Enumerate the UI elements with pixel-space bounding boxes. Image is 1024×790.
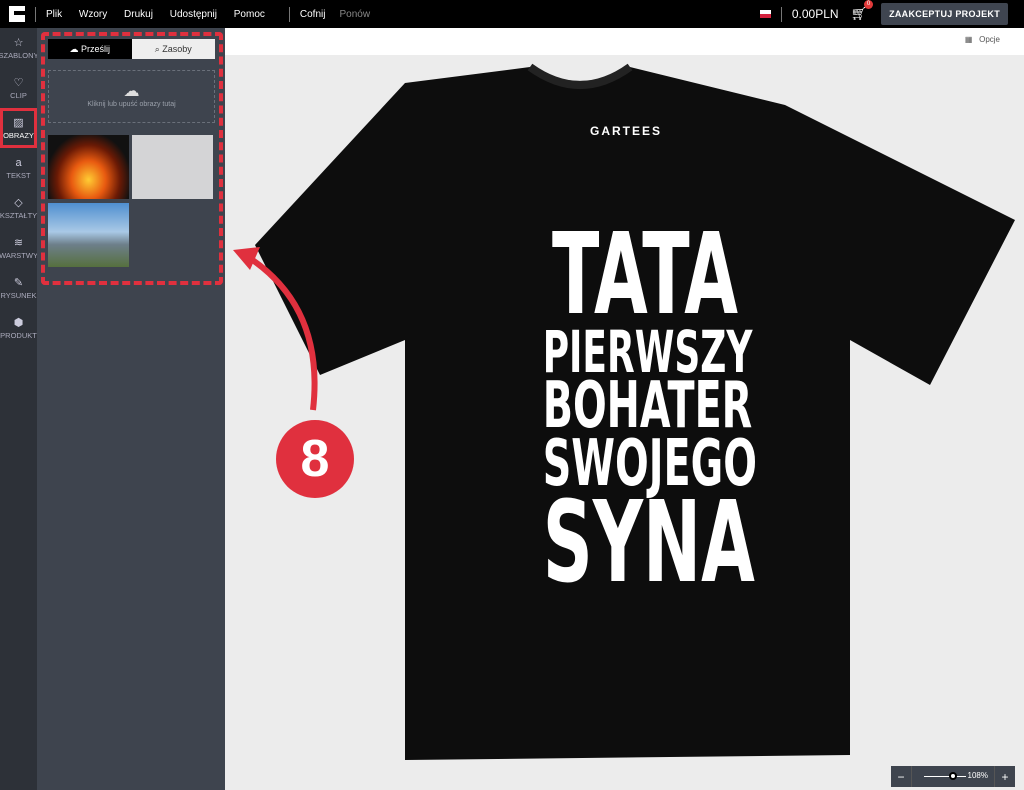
redo-button[interactable]: Ponów <box>339 9 370 20</box>
image-icon: ▨ <box>13 117 24 129</box>
divider <box>35 6 36 22</box>
price: 0.00PLN <box>791 7 839 21</box>
images-panel: ☁ Prześlij ⌕ Zasoby ☁ Kliknij lub upuść … <box>37 28 225 790</box>
divider <box>780 6 782 22</box>
annotation-arrowhead <box>233 247 260 270</box>
rail-label: KSZTAŁTY <box>0 211 37 220</box>
zoom-control: − 108% + <box>891 766 1015 787</box>
rail-produkt[interactable]: ⬢ PRODUKT <box>0 308 37 348</box>
rail-ksztalty[interactable]: ◇ KSZTAŁTY <box>0 188 37 228</box>
tool-rail: ☆ SZABLONY ♡ CLIP ▨ OBRAZY a TEKST ◇ KSZTAŁTY… <box>0 28 37 790</box>
zoom-in-button[interactable]: + <box>995 770 1015 784</box>
accept-project-button[interactable]: ZAAKCEPTUJ PROJEKT <box>881 3 1008 25</box>
design-line: TATA <box>551 210 739 340</box>
rail-warstwy[interactable]: ≋ WARSTWY <box>0 228 37 268</box>
rail-label: SZABLONY <box>0 51 37 60</box>
app-logo[interactable] <box>9 6 25 22</box>
rail-label: WARSTWY <box>0 251 37 260</box>
qr-icon: ▦ <box>964 35 980 44</box>
heart-icon: ♡ <box>13 77 24 89</box>
menu-pomoc[interactable]: Pomoc <box>234 9 265 20</box>
annotation-number: 8 <box>276 420 354 498</box>
design-line: SYNA <box>542 478 755 609</box>
zoom-level: 108% <box>967 771 988 780</box>
star-icon: ☆ <box>13 37 24 49</box>
rail-label: PRODUKT <box>0 331 37 340</box>
zoom-out-button[interactable]: − <box>891 770 911 784</box>
menu-drukuj[interactable]: Drukuj <box>124 9 153 20</box>
divider <box>288 6 290 22</box>
brand-logo: GARTEES <box>590 124 663 138</box>
undo-button[interactable]: Cofnij <box>300 9 326 20</box>
diamond-icon: ◇ <box>14 197 23 209</box>
main-menu: Plik Wzory Drukuj Udostępnij Pomoc <box>46 9 279 20</box>
options-label: Opcje <box>979 35 1000 44</box>
menu-udostepnij[interactable]: Udostępnij <box>170 9 217 20</box>
zoom-slider[interactable]: 108% <box>911 766 995 787</box>
top-bar: Plik Wzory Drukuj Udostępnij Pomoc Cofni… <box>0 0 1024 28</box>
rail-label: RYSUNEK <box>0 291 37 300</box>
layers-icon: ≋ <box>13 237 24 249</box>
rail-obrazy[interactable]: ▨ OBRAZY <box>0 108 37 148</box>
edit-icon: ✎ <box>13 277 24 289</box>
menu-plik[interactable]: Plik <box>46 9 62 20</box>
canvas-toolbar: ▦ Opcje <box>225 28 1024 55</box>
rail-label: OBRAZY <box>3 131 34 140</box>
rail-clip[interactable]: ♡ CLIP <box>0 68 37 108</box>
options-button[interactable]: ▦ Opcje <box>965 35 1000 44</box>
rail-szablony[interactable]: ☆ SZABLONY <box>0 28 37 68</box>
menu-wzory[interactable]: Wzory <box>79 9 107 20</box>
cart-icon: 🛒︎ <box>850 6 868 21</box>
cart-button[interactable]: 🛒︎ 0 <box>850 0 874 22</box>
rail-rysunek[interactable]: ✎ RYSUNEK <box>0 268 37 308</box>
text-icon: a <box>15 156 22 169</box>
language-flag-icon[interactable] <box>759 10 771 18</box>
rail-label: TEKST <box>6 170 31 180</box>
cube-icon: ⬢ <box>13 317 24 329</box>
rail-tekst[interactable]: a TEKST <box>0 148 37 188</box>
rail-label: CLIP <box>10 91 27 100</box>
cart-badge: 0 <box>864 0 874 9</box>
annotation-highlight <box>41 32 223 285</box>
tshirt-design[interactable]: TATA PIERWSZY BOHATER SWOJEGO SYNA <box>480 210 810 609</box>
